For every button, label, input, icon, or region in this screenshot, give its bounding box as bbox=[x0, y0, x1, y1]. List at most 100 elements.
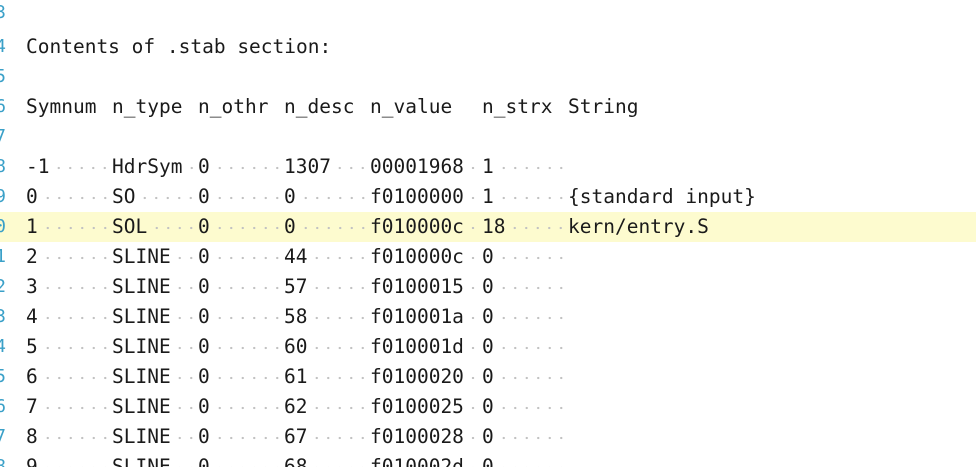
table-row[interactable]: 0 1 SOL 0 0 f010000c 18 kern/entry.S bbox=[0, 212, 976, 242]
cell-symnum: 9 bbox=[26, 455, 38, 467]
cell-n-strx: 0 bbox=[482, 425, 494, 448]
whitespace-marker bbox=[213, 422, 281, 452]
line-number: 2 bbox=[0, 276, 6, 297]
whitespace-marker bbox=[466, 302, 479, 332]
line-number: 7 bbox=[0, 126, 6, 147]
table-row[interactable]: 8 -1 HdrSym 0 1307 00001968 1 bbox=[0, 152, 976, 182]
line-number: 3 bbox=[0, 306, 6, 327]
editor-line[interactable]: 6 Symnum n_type n_othr n_desc n_value n_… bbox=[0, 92, 976, 122]
whitespace-marker bbox=[41, 392, 109, 422]
cell-n-value: f0100020 bbox=[370, 365, 464, 388]
table-row[interactable]: 3 4 SLINE 0 58 f010001a 0 bbox=[0, 302, 976, 332]
text-editor[interactable]: 3 4 Contents of .stab section: 5 6 Symnu… bbox=[0, 0, 976, 467]
whitespace-marker bbox=[174, 332, 195, 362]
whitespace-marker bbox=[466, 182, 479, 212]
whitespace-marker bbox=[466, 272, 479, 302]
whitespace-marker bbox=[41, 212, 109, 242]
whitespace-marker bbox=[213, 182, 281, 212]
whitespace-marker bbox=[311, 422, 367, 452]
whitespace-marker bbox=[311, 242, 367, 272]
editor-line[interactable]: 7 bbox=[0, 122, 976, 152]
cell-n-strx: 0 bbox=[482, 245, 494, 268]
whitespace-marker bbox=[174, 242, 195, 272]
cell-n-desc: 61 bbox=[284, 365, 308, 388]
whitespace-marker bbox=[41, 422, 109, 452]
line-number: 1 bbox=[0, 246, 6, 267]
whitespace-marker bbox=[466, 422, 479, 452]
whitespace-marker bbox=[213, 212, 281, 242]
cell-n-type: SOL bbox=[112, 215, 148, 238]
cell-symnum: -1 bbox=[26, 155, 50, 178]
whitespace-marker bbox=[174, 362, 195, 392]
whitespace-marker bbox=[41, 452, 109, 467]
cell-n-strx: 0 bbox=[482, 395, 494, 418]
cell-n-type: SO bbox=[112, 185, 136, 208]
line-number: 8 bbox=[0, 456, 6, 467]
whitespace-marker bbox=[213, 362, 281, 392]
cell-n-othr: 0 bbox=[198, 455, 210, 467]
cell-n-strx: 1 bbox=[482, 185, 494, 208]
cell-symnum: 1 bbox=[26, 215, 38, 238]
whitespace-marker bbox=[213, 272, 281, 302]
cell-n-desc: 67 bbox=[284, 425, 308, 448]
whitespace-marker bbox=[53, 152, 109, 182]
whitespace-marker bbox=[311, 452, 367, 467]
whitespace-marker bbox=[41, 182, 109, 212]
cell-n-type: SLINE bbox=[112, 425, 171, 448]
whitespace-marker bbox=[497, 152, 565, 182]
whitespace-marker bbox=[466, 362, 479, 392]
cell-n-othr: 0 bbox=[198, 425, 210, 448]
cell-n-type: SLINE bbox=[112, 365, 171, 388]
table-row[interactable]: 5 6 SLINE 0 61 f0100020 0 bbox=[0, 362, 976, 392]
cell-n-strx: 0 bbox=[482, 305, 494, 328]
cell-n-othr: 0 bbox=[198, 215, 210, 238]
cell-n-desc: 57 bbox=[284, 275, 308, 298]
whitespace-marker bbox=[174, 452, 195, 467]
whitespace-marker bbox=[466, 392, 479, 422]
line-number: 5 bbox=[0, 366, 6, 387]
whitespace-marker bbox=[497, 242, 565, 272]
editor-line[interactable]: 4 Contents of .stab section: bbox=[0, 32, 976, 62]
table-row[interactable]: 8 9 SLINE 0 68 f010002d 0 bbox=[0, 452, 976, 467]
table-row[interactable]: 6 7 SLINE 0 62 f0100025 0 bbox=[0, 392, 976, 422]
cell-n-othr: 0 bbox=[198, 245, 210, 268]
editor-line[interactable]: 5 bbox=[0, 62, 976, 92]
cell-n-type: SLINE bbox=[112, 305, 171, 328]
whitespace-marker bbox=[41, 302, 109, 332]
cell-n-strx: 1 bbox=[482, 155, 494, 178]
table-row[interactable]: 4 5 SLINE 0 60 f010001d 0 bbox=[0, 332, 976, 362]
table-row[interactable]: 2 3 SLINE 0 57 f0100015 0 bbox=[0, 272, 976, 302]
whitespace-marker bbox=[174, 302, 195, 332]
cell-n-desc: 62 bbox=[284, 395, 308, 418]
section-heading: Contents of .stab section: bbox=[26, 35, 332, 58]
whitespace-marker bbox=[311, 392, 367, 422]
column-header-n-desc: n_desc bbox=[284, 95, 355, 118]
whitespace-marker bbox=[497, 362, 565, 392]
cell-n-value: f0100025 bbox=[370, 395, 464, 418]
whitespace-marker bbox=[41, 272, 109, 302]
cell-n-desc: 58 bbox=[284, 305, 308, 328]
column-header-n-type: n_type bbox=[112, 95, 183, 118]
cell-n-desc: 0 bbox=[284, 215, 296, 238]
cell-n-type: SLINE bbox=[112, 275, 171, 298]
whitespace-marker bbox=[466, 332, 479, 362]
cell-n-strx: 0 bbox=[482, 455, 494, 467]
cell-n-type: SLINE bbox=[112, 335, 171, 358]
cell-n-value: f010002d bbox=[370, 455, 464, 467]
whitespace-marker bbox=[41, 242, 109, 272]
table-row[interactable]: 7 8 SLINE 0 67 f0100028 0 bbox=[0, 422, 976, 452]
cell-symnum: 7 bbox=[26, 395, 38, 418]
cell-n-othr: 0 bbox=[198, 395, 210, 418]
cell-n-value: f0100000 bbox=[370, 185, 464, 208]
line-number: 4 bbox=[0, 36, 6, 57]
cell-symnum: 0 bbox=[26, 185, 38, 208]
cell-n-value: f010001a bbox=[370, 305, 464, 328]
table-row[interactable]: 1 2 SLINE 0 44 f010000c 0 bbox=[0, 242, 976, 272]
whitespace-marker bbox=[174, 422, 195, 452]
whitespace-marker bbox=[497, 332, 565, 362]
table-row[interactable]: 9 0 SO 0 0 f0100000 1 {standard input} bbox=[0, 182, 976, 212]
line-number: 5 bbox=[0, 66, 6, 87]
editor-line[interactable]: 3 bbox=[0, 0, 976, 28]
whitespace-marker bbox=[509, 212, 565, 242]
column-header-n-othr: n_othr bbox=[198, 95, 269, 118]
